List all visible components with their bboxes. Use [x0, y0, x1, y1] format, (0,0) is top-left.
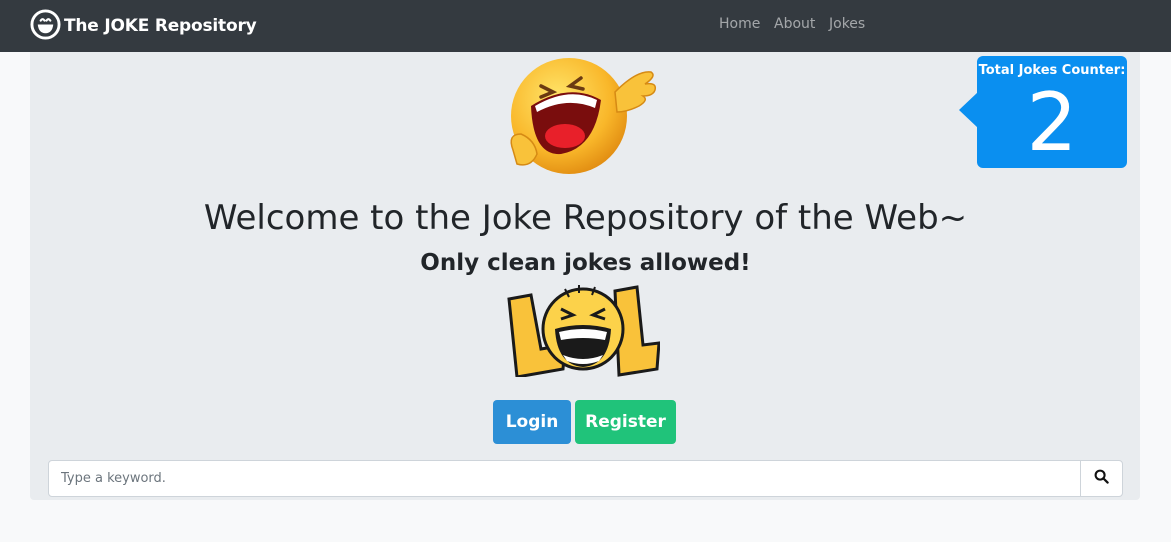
- brand-link[interactable]: The JOKE Repository: [30, 8, 257, 44]
- lol-laughing-face: [507, 285, 660, 377]
- nav-jokes[interactable]: Jokes: [829, 16, 865, 32]
- grinning-face-icon: [30, 8, 61, 44]
- page-subtitle: Only clean jokes allowed!: [420, 250, 751, 276]
- register-button[interactable]: Register: [575, 400, 676, 444]
- brand-text: The JOKE Repository: [64, 16, 257, 36]
- counter-arrow: [959, 92, 978, 128]
- nav-home[interactable]: Home: [719, 16, 760, 32]
- search-input[interactable]: [48, 460, 1081, 497]
- top-navbar: The JOKE Repository Home About Jokes: [0, 0, 1171, 52]
- jokes-counter-badge: Total Jokes Counter: 2: [977, 56, 1127, 168]
- nav-about[interactable]: About: [774, 16, 815, 32]
- login-button[interactable]: Login: [493, 400, 571, 444]
- search-button[interactable]: [1080, 460, 1123, 497]
- page-title: Welcome to the Joke Repository of the We…: [203, 198, 968, 238]
- laughing-pointing-emoji: [510, 58, 657, 174]
- counter-value: 2: [1026, 76, 1078, 169]
- search-icon: [1094, 469, 1109, 488]
